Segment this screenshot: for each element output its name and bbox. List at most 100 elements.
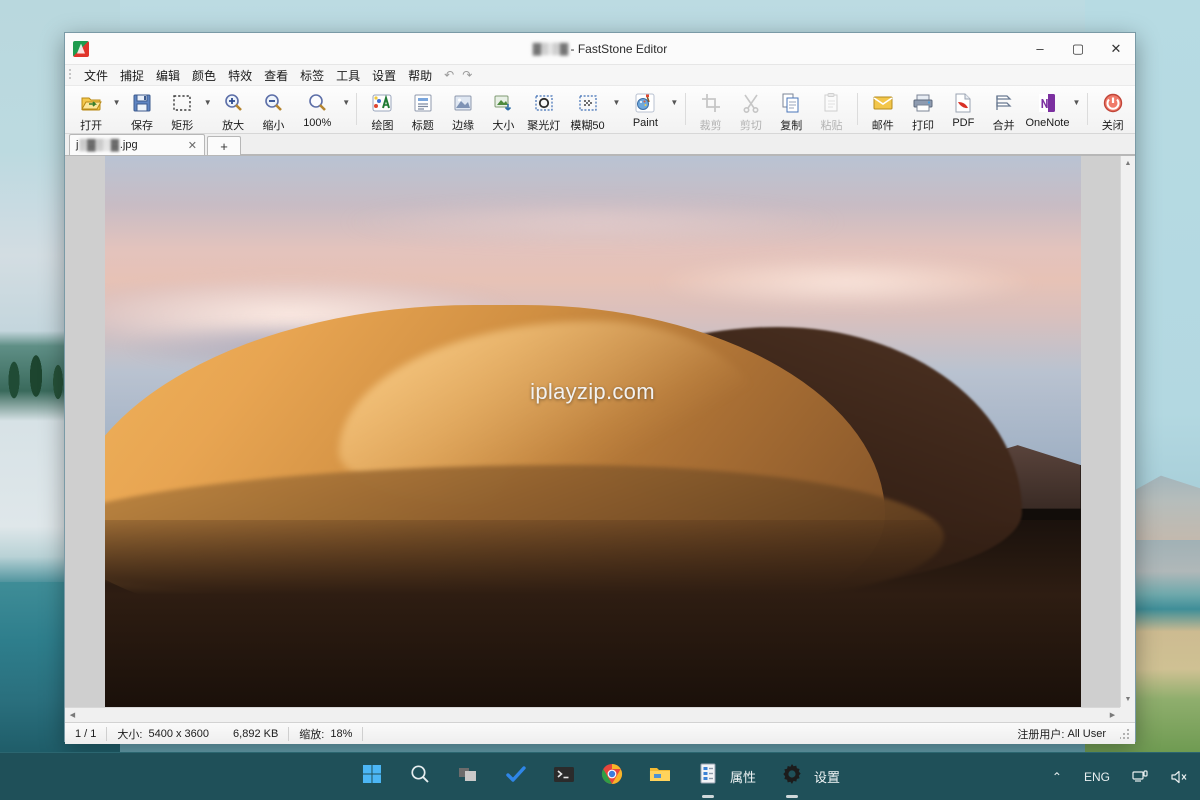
tray-overflow-icon[interactable]: ⌃	[1048, 766, 1066, 788]
toolbar-button-大小[interactable]: 大小	[483, 88, 523, 133]
settings-app-label: 设置	[814, 770, 841, 785]
menu-effects[interactable]: 特效	[222, 65, 258, 86]
menu-view[interactable]: 查看	[258, 65, 294, 86]
toolbar-button-复制[interactable]: 复制	[771, 88, 811, 133]
resize-icon	[491, 91, 515, 115]
title-app-name: - FastStone Editor	[570, 41, 668, 56]
toolbar-button-label: 标题	[411, 120, 434, 132]
scroll-down-icon[interactable]: ▼	[1121, 692, 1136, 707]
taskbar: 属性 设置 ⌃ ENG	[0, 752, 1200, 800]
status-user-value: All User	[1067, 727, 1106, 740]
toolbar-button-边缘[interactable]: 边缘	[443, 88, 483, 133]
toolbar-button-label: 关闭	[1101, 120, 1124, 132]
tab-filename: j ▒▓▒░▓ .jpg	[76, 139, 138, 151]
tab-open-image[interactable]: j ▒▓▒░▓ .jpg ✕	[69, 134, 205, 155]
chevron-down-icon[interactable]: ▼	[341, 88, 352, 133]
file-explorer-app[interactable]	[644, 761, 676, 793]
toolbar-button-打开[interactable]: 打开	[71, 88, 111, 133]
status-size-label: 大小:	[117, 728, 143, 741]
horizontal-scrollbar[interactable]: ◀ ▶	[65, 707, 1120, 722]
task-view-button[interactable]	[452, 761, 484, 793]
chevron-down-icon[interactable]: ▼	[1071, 88, 1082, 133]
chevron-down-icon[interactable]: ▼	[202, 88, 213, 133]
toolbar-button-缩小[interactable]: 缩小	[253, 88, 293, 133]
title-bar[interactable]: ▓▒░▒▓ - FastStone Editor – ▢ ✕	[65, 33, 1135, 65]
volume-muted-icon[interactable]	[1166, 765, 1192, 789]
todo-app[interactable]	[500, 761, 532, 793]
undo-icon[interactable]: ↶	[444, 68, 454, 82]
chevron-down-icon[interactable]: ▼	[111, 88, 122, 133]
menu-grip-icon[interactable]	[69, 68, 75, 82]
search-button[interactable]	[404, 761, 436, 793]
toolbar-button-模糊50[interactable]: 模糊50	[564, 88, 611, 133]
chevron-down-icon[interactable]: ▼	[611, 88, 622, 133]
start-button-wrap	[356, 761, 388, 793]
menu-file[interactable]: 文件	[78, 65, 114, 86]
menu-capture[interactable]: 捕捉	[114, 65, 150, 86]
new-tab-button[interactable]: +	[207, 136, 241, 155]
menu-tabs[interactable]: 标签	[294, 65, 330, 86]
scroll-left-icon[interactable]: ◀	[65, 708, 80, 723]
image-preview[interactable]: iplayzip.com	[104, 156, 1081, 707]
maximize-button[interactable]: ▢	[1059, 33, 1097, 65]
status-page: 1 / 1	[75, 727, 97, 740]
toolbar-button-邮件[interactable]: 邮件	[863, 88, 903, 133]
properties-app-label: 属性	[729, 770, 756, 785]
zoom-out-icon	[261, 91, 285, 115]
zoom-in-icon	[221, 91, 245, 115]
scrollbar-corner	[1120, 707, 1135, 722]
system-tray: ⌃ ENG	[1048, 753, 1192, 800]
toolbar-button-矩形[interactable]: 矩形	[162, 88, 202, 133]
terminal-app-wrap	[548, 761, 580, 793]
gear-icon	[781, 763, 803, 790]
tab-filename-blurred: ▒▓▒░▓	[79, 139, 119, 151]
menu-color[interactable]: 颜色	[186, 65, 222, 86]
edge-icon	[451, 91, 475, 115]
scroll-up-icon[interactable]: ▲	[1121, 156, 1136, 171]
vertical-scroll-track[interactable]	[1121, 171, 1136, 692]
toolbar-button-合并[interactable]: 合并	[984, 88, 1024, 133]
close-button[interactable]: ✕	[1097, 33, 1135, 65]
tray-language-indicator[interactable]: ENG	[1080, 766, 1114, 788]
start-button[interactable]	[356, 761, 388, 793]
resize-grip-icon[interactable]	[1120, 727, 1132, 740]
image-watermark: iplayzip.com	[530, 379, 655, 405]
toolbar-button-label: 打开	[80, 120, 103, 132]
toolbar-button-Paint[interactable]: Paint	[622, 88, 669, 133]
toolbar-button-PDF[interactable]: PDF	[943, 88, 983, 133]
settings-app[interactable]	[776, 761, 808, 798]
chrome-app[interactable]	[596, 761, 628, 793]
redo-icon[interactable]: ↷	[462, 68, 472, 82]
network-icon[interactable]	[1128, 765, 1152, 789]
chevron-down-icon[interactable]: ▼	[669, 88, 680, 133]
properties-app[interactable]	[692, 761, 724, 798]
pdf-icon	[951, 91, 975, 115]
toolbar-button-保存[interactable]: 保存	[122, 88, 162, 133]
menu-tools[interactable]: 工具	[330, 65, 366, 86]
vertical-scrollbar[interactable]: ▲ ▼	[1120, 156, 1135, 707]
properties-icon	[697, 763, 719, 790]
toolbar-button-打印[interactable]: 打印	[903, 88, 943, 133]
tab-filename-ext: .jpg	[119, 139, 138, 151]
photo-cloud-top	[338, 200, 847, 245]
toolbar-button-关闭[interactable]: 关闭	[1093, 88, 1133, 133]
image-canvas[interactable]: iplayzip.com	[65, 156, 1120, 707]
blur-icon	[576, 91, 600, 115]
toolbar-button-放大[interactable]: 放大	[213, 88, 253, 133]
chrome-app-wrap	[596, 761, 628, 793]
toolbar-button-聚光灯[interactable]: 聚光灯	[524, 88, 564, 133]
toolbar-button-OneNote[interactable]: OneNote	[1024, 88, 1071, 133]
terminal-app[interactable]	[548, 761, 580, 793]
todo-app-wrap	[500, 761, 532, 793]
horizontal-scroll-track[interactable]	[80, 708, 1105, 723]
minimize-button[interactable]: –	[1021, 33, 1059, 65]
menu-edit[interactable]: 编辑	[150, 65, 186, 86]
scroll-right-icon[interactable]: ▶	[1105, 708, 1120, 723]
toolbar-button-绘图[interactable]: 绘图	[362, 88, 402, 133]
toolbar-button-100%[interactable]: 100%	[294, 88, 341, 133]
tab-close-icon[interactable]: ✕	[185, 139, 200, 152]
tab-filename-start: j	[76, 139, 79, 151]
toolbar-button-标题[interactable]: 标题	[403, 88, 443, 133]
menu-help[interactable]: 帮助	[402, 65, 438, 86]
menu-settings[interactable]: 设置	[366, 65, 402, 86]
